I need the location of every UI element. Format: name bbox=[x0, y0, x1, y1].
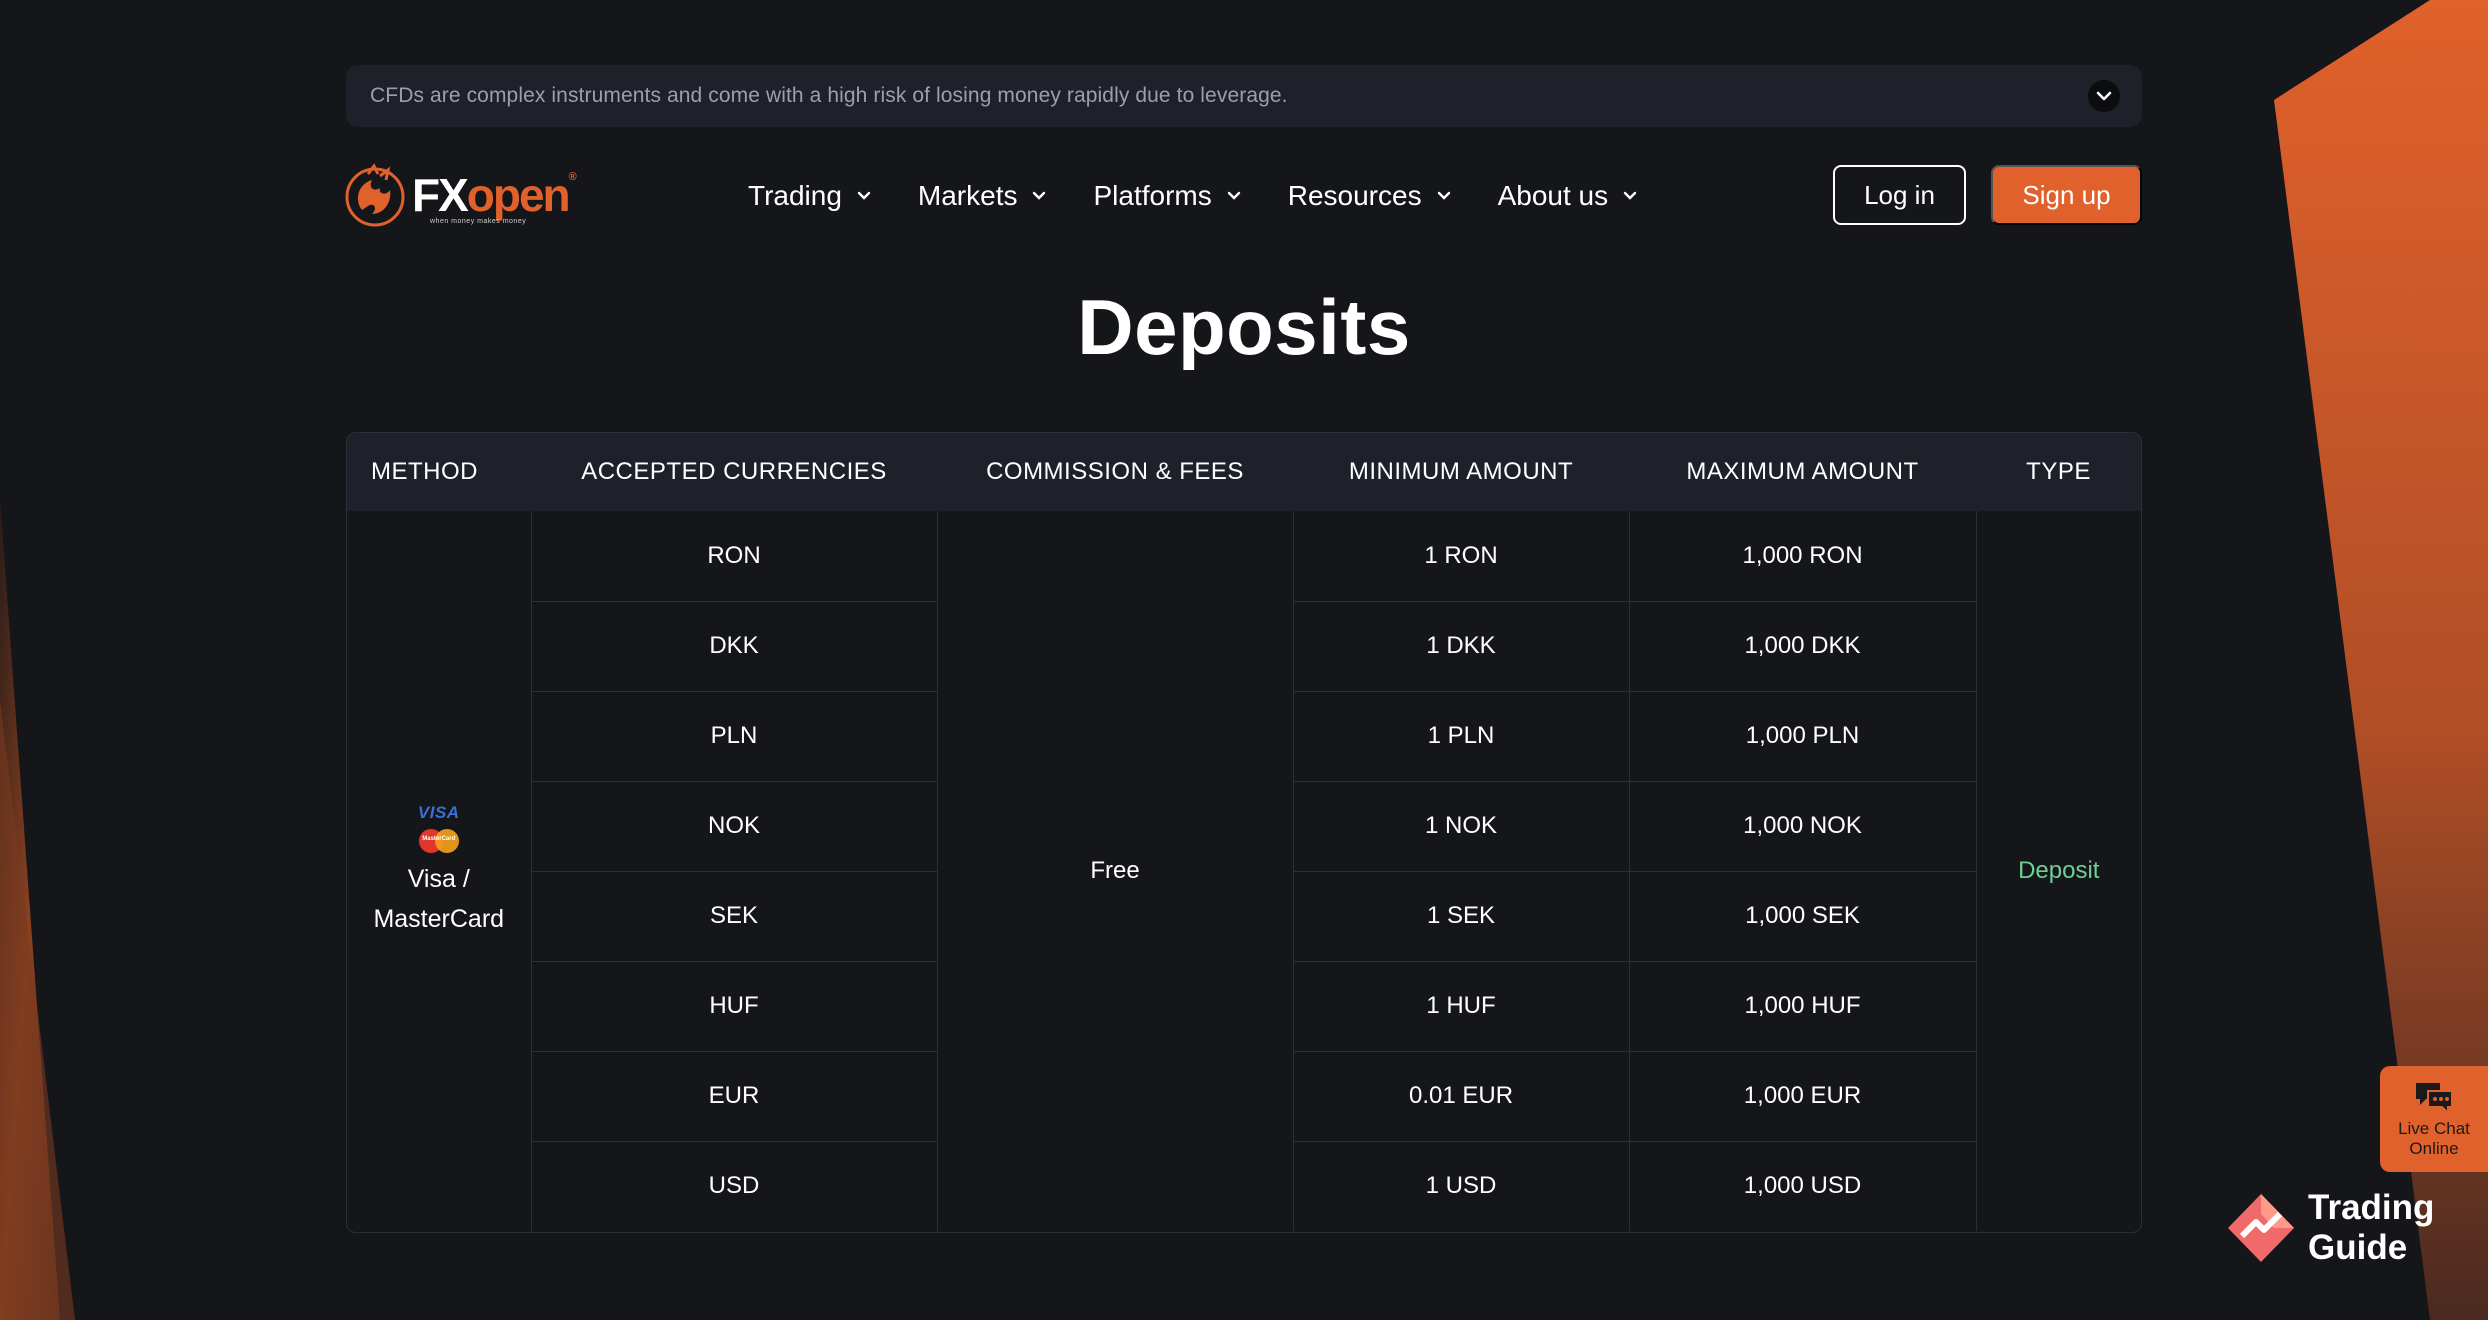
min-amount-cell: 1 HUF bbox=[1292, 961, 1629, 1052]
chevron-down-icon bbox=[857, 191, 871, 200]
nav-item-label: Markets bbox=[917, 180, 1018, 211]
login-button[interactable]: Log in bbox=[1833, 165, 1966, 225]
chevron-down-icon bbox=[1437, 191, 1450, 200]
max-amount-cell: 1,000 EUR bbox=[1628, 1051, 1976, 1142]
currency-cell: HUF bbox=[530, 961, 937, 1052]
trading-guide-text: Trading Guide bbox=[2308, 1188, 2435, 1267]
header-minimum-amount: MINIMUM AMOUNT bbox=[1348, 458, 1574, 485]
currency-cell: USD bbox=[530, 1141, 937, 1231]
currency-cell: EUR bbox=[530, 1051, 937, 1142]
dragon-emblem-icon bbox=[345, 163, 405, 227]
max-amount-cell: 1,000 USD bbox=[1628, 1141, 1976, 1231]
visa-logo: VISA bbox=[417, 803, 460, 822]
currency-cell: RON bbox=[530, 511, 937, 602]
fxopen-logo[interactable]: FXopen® when money makes money bbox=[344, 160, 584, 230]
nav-item-about-us[interactable]: About us bbox=[1498, 180, 1639, 212]
logo-tagline: when money makes money bbox=[430, 218, 527, 225]
live-chat-button[interactable]: Live Chat Online bbox=[2380, 1066, 2488, 1172]
commission-cell: Free bbox=[936, 511, 1293, 1231]
chevron-down-icon bbox=[1227, 191, 1240, 200]
header-accepted-currencies: ACCEPTED CURRENCIES bbox=[581, 458, 887, 485]
max-amount-cell: 1,000 HUF bbox=[1628, 961, 1976, 1052]
min-amount-cell: 1 NOK bbox=[1292, 781, 1629, 872]
header-type: TYPE bbox=[2026, 458, 2091, 485]
max-amount-cell: 1,000 DKK bbox=[1628, 601, 1976, 692]
page-title: Deposits bbox=[1077, 283, 1411, 371]
risk-banner-toggle[interactable] bbox=[2088, 80, 2120, 112]
live-chat-label: Live Chat Online bbox=[2398, 1119, 2470, 1158]
risk-warning-text: CFDs are complex instruments and come wi… bbox=[370, 84, 1288, 107]
nav-item-label: Resources bbox=[1287, 180, 1422, 211]
chat-bubbles-icon bbox=[2416, 1083, 2453, 1115]
nav-item-resources[interactable]: Resources bbox=[1288, 180, 1452, 212]
nav-item-platforms[interactable]: Platforms bbox=[1093, 180, 1241, 212]
trading-guide-watermark: Trading Guide bbox=[2226, 1188, 2434, 1268]
max-amount-cell: 1,000 NOK bbox=[1628, 781, 1976, 872]
min-amount-cell: 1 RON bbox=[1292, 511, 1629, 602]
header-method: METHOD bbox=[371, 458, 478, 485]
chevron-down-icon bbox=[2096, 91, 2112, 101]
nav-item-markets[interactable]: Markets bbox=[918, 180, 1048, 212]
chevron-down-icon bbox=[1623, 191, 1637, 200]
method-label: Visa / MasterCard bbox=[373, 865, 505, 933]
trading-guide-logo-icon bbox=[2228, 1194, 2294, 1262]
signup-button[interactable]: Sign up bbox=[1991, 165, 2142, 225]
main-nav: Trading Markets Platforms Resources Abou… bbox=[748, 170, 1638, 222]
nav-item-label: Platforms bbox=[1093, 180, 1212, 211]
min-amount-cell: 1 PLN bbox=[1292, 691, 1629, 782]
mastercard-logo: MasterCard bbox=[418, 829, 459, 853]
header-commission-fees: COMMISSION & FEES bbox=[986, 458, 1244, 485]
min-amount-cell: 1 DKK bbox=[1292, 601, 1629, 692]
max-amount-cell: 1,000 PLN bbox=[1628, 691, 1976, 782]
nav-item-label: About us bbox=[1497, 180, 1609, 211]
table-header-row: METHOD ACCEPTED CURRENCIES COMMISSION & … bbox=[347, 433, 2141, 511]
min-amount-cell: 0.01 EUR bbox=[1292, 1051, 1629, 1142]
chevron-down-icon bbox=[1033, 191, 1046, 200]
currency-cell: DKK bbox=[530, 601, 937, 692]
type-cell: Deposit bbox=[1975, 511, 2141, 1231]
header-maximum-amount: MAXIMUM AMOUNT bbox=[1686, 458, 1919, 485]
method-cell: VISA MasterCard Visa / MasterCard bbox=[347, 511, 531, 1231]
deposits-table: METHOD ACCEPTED CURRENCIES COMMISSION & … bbox=[346, 432, 2142, 1233]
min-amount-cell: 1 SEK bbox=[1292, 871, 1629, 962]
max-amount-cell: 1,000 SEK bbox=[1628, 871, 1976, 962]
max-amount-cell: 1,000 RON bbox=[1628, 511, 1976, 602]
nav-item-label: Trading bbox=[748, 180, 842, 211]
currency-cell: SEK bbox=[530, 871, 937, 962]
table-row: VISA MasterCard Visa / MasterCard RON Fr… bbox=[347, 511, 2141, 1231]
risk-warning-banner: CFDs are complex instruments and come wi… bbox=[346, 65, 2142, 127]
currency-cell: PLN bbox=[530, 691, 937, 782]
logo-wordmark: FXopen® when money makes money bbox=[412, 169, 577, 226]
min-amount-cell: 1 USD bbox=[1292, 1141, 1629, 1231]
nav-item-trading[interactable]: Trading bbox=[748, 180, 872, 212]
currency-cell: NOK bbox=[530, 781, 937, 872]
